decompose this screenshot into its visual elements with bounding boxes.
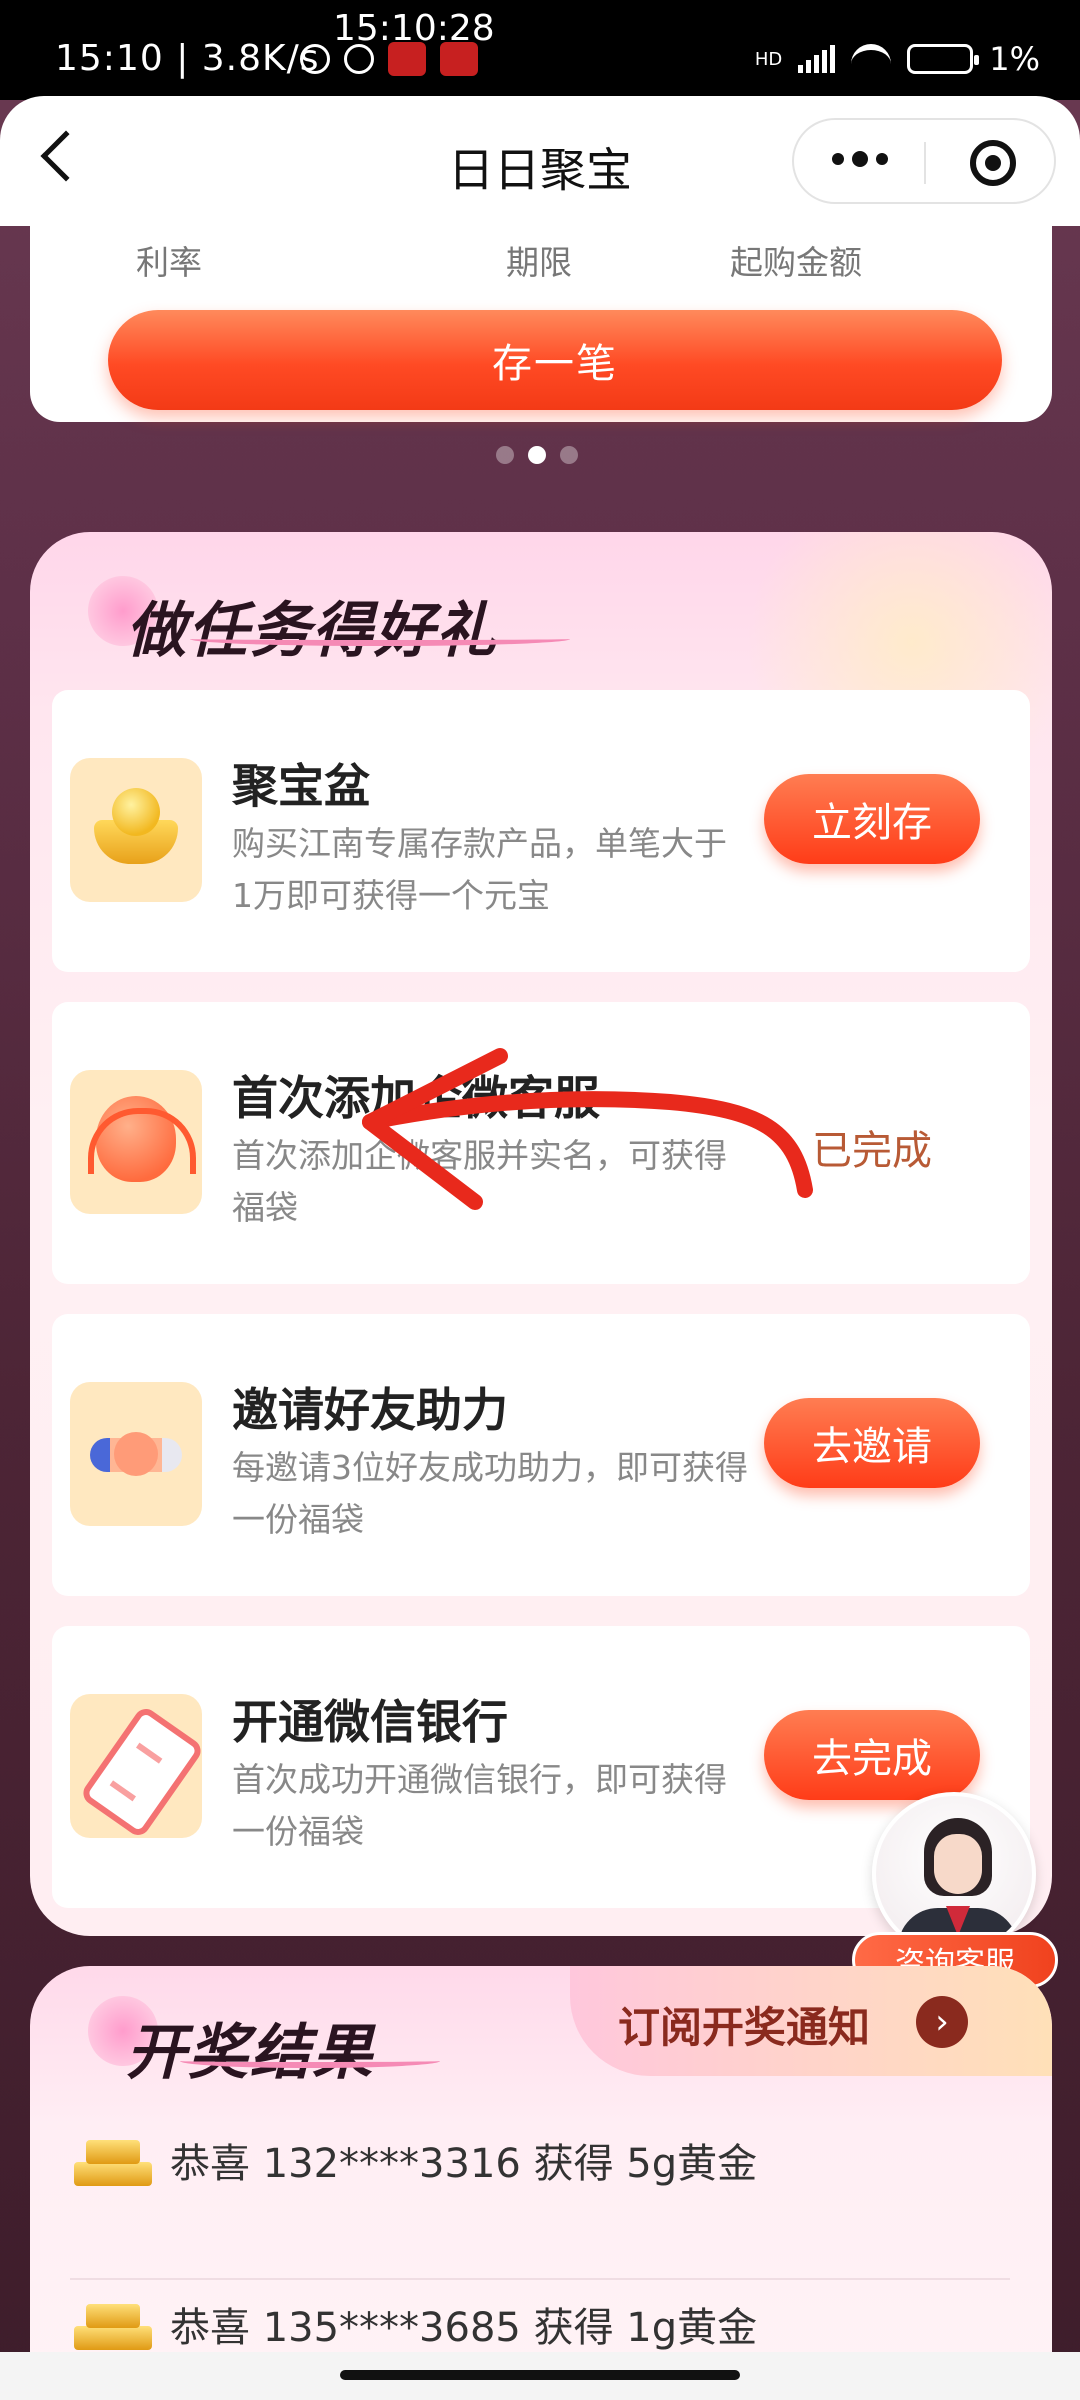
complete-button[interactable]: 去完成 [764, 1710, 980, 1800]
task-title: 邀请好友助力 [232, 1383, 508, 1437]
customer-service-float[interactable]: 咨询客服 [852, 1792, 1058, 1992]
customer-service-icon [70, 1070, 202, 1214]
gold-bar-icon [70, 2292, 152, 2356]
title-underline [180, 2054, 440, 2068]
carousel-dot-active [528, 446, 546, 464]
subscribe-notification-link[interactable]: 订阅开奖通知 [618, 1994, 870, 2055]
task-card: 聚宝盆 购买江南专属存款产品，单笔大于1万即可获得一个元宝 立刻存 [52, 690, 1030, 972]
app-notification-icon [388, 42, 426, 76]
alarm-icon [344, 44, 374, 74]
more-icon[interactable] [832, 151, 888, 167]
chevron-right-icon[interactable]: › [916, 1996, 968, 2048]
term-label: 期限 [506, 243, 572, 282]
notification-icons [300, 42, 478, 76]
task-desc: 每邀请3位好友成功助力，即可获得一份福袋 [232, 1448, 748, 1539]
result-row: 恭喜 132****3316 获得 5g黄金 [70, 2110, 970, 2210]
task-title: 开通微信银行 [232, 1695, 508, 1749]
rate-label: 利率 [136, 243, 202, 282]
task-title: 聚宝盆 [232, 759, 370, 813]
deposit-button[interactable]: 存一笔 [108, 310, 1002, 410]
signal-icon [798, 45, 836, 73]
mini-program-capsule [792, 118, 1056, 204]
gold-ingot-icon [70, 758, 202, 902]
annotation-arrow-icon [362, 1048, 813, 1210]
home-indicator[interactable] [340, 2370, 740, 2380]
status-bar: 15:10 | 3.8K/s 15:10:28 HD 1% [0, 0, 1080, 100]
network-type: HD [754, 48, 783, 70]
close-target-icon[interactable] [970, 140, 1016, 186]
task-completed-label: 已完成 [812, 1128, 932, 1174]
battery-level: 1% [989, 40, 1040, 78]
task-desc: 购买江南专属存款产品，单笔大于1万即可获得一个元宝 [232, 824, 727, 915]
tasks-section-title: 做任务得好礼 [126, 596, 498, 666]
handshake-icon [70, 1382, 202, 1526]
battery-icon [907, 44, 980, 74]
capsule-divider [924, 142, 926, 184]
bell-off-icon [300, 44, 330, 74]
phone-card-icon [70, 1694, 202, 1838]
gold-bar-icon [70, 2128, 152, 2192]
nav-bar: 日日聚宝 [0, 96, 1080, 226]
carousel-dot [496, 446, 514, 464]
task-desc: 首次成功开通微信银行，即可获得一份福袋 [232, 1760, 727, 1851]
carousel-dot [560, 446, 578, 464]
invite-button[interactable]: 去邀请 [764, 1398, 980, 1488]
result-text: 恭喜 132****3316 获得 5g黄金 [170, 2141, 758, 2187]
task-card: 邀请好友助力 每邀请3位好友成功助力，即可获得一份福袋 去邀请 [52, 1314, 1030, 1596]
deposit-now-button[interactable]: 立刻存 [764, 774, 980, 864]
status-time-speed: 15:10 | 3.8K/s [55, 38, 320, 79]
wifi-icon [851, 44, 892, 74]
status-right: HD 1% [755, 40, 1040, 78]
app-notification-icon [440, 42, 478, 76]
deposit-product-card: 利率 期限 起购金额 存一笔 [30, 226, 1052, 422]
carousel-indicator [496, 446, 578, 464]
result-text: 恭喜 135****3685 获得 1g黄金 [170, 2305, 758, 2351]
title-underline [190, 632, 570, 646]
min-amount-label: 起购金额 [730, 243, 862, 282]
results-section-title: 开奖结果 [126, 2018, 374, 2088]
tasks-panel: 做任务得好礼 聚宝盆 购买江南专属存款产品，单笔大于1万即可获得一个元宝 立刻存… [30, 532, 1052, 1936]
